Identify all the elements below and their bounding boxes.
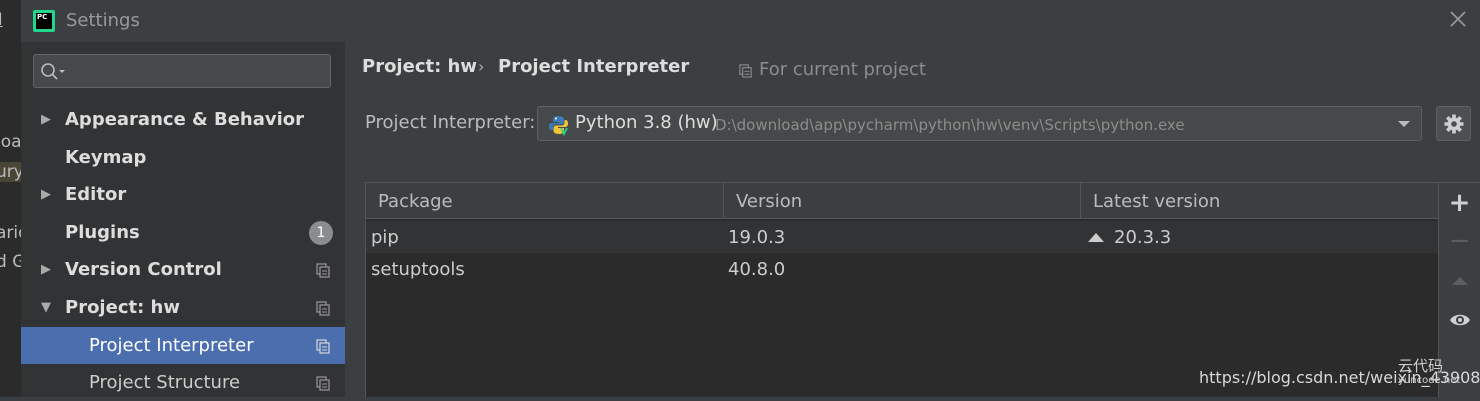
search-icon	[41, 63, 65, 80]
package-version: 40.8.0	[728, 259, 786, 280]
breadcrumb-separator: ›	[478, 57, 485, 76]
project-scope-icon	[316, 301, 330, 316]
sidebar-item-plugins[interactable]: Plugins 1	[21, 214, 345, 251]
interpreter-settings-button[interactable]	[1436, 106, 1471, 141]
close-button[interactable]	[1448, 10, 1468, 30]
upgrade-package-button[interactable]	[1439, 262, 1480, 300]
sidebar-item-label: Appearance & Behavior	[65, 109, 305, 130]
settings-content: Project: hw › Project Interpreter For cu…	[345, 42, 1480, 397]
sidebar-item-editor[interactable]: ▶ Editor	[21, 176, 345, 213]
remove-package-button[interactable]: −	[1439, 224, 1480, 262]
interpreter-name: Python 3.8 (hw)	[575, 112, 718, 133]
project-scope-icon	[316, 339, 330, 354]
sidebar-item-version-control[interactable]: ▶ Version Control	[21, 251, 345, 288]
column-header-version[interactable]: Version	[723, 183, 1080, 219]
sidebar-item-label: Keymap	[65, 147, 147, 168]
breadcrumb-project: Project: hw	[362, 56, 477, 77]
interpreter-path: D:\download\app\pycharm\python\hw\venv\S…	[715, 116, 1185, 134]
scope-hint: For current project	[738, 59, 926, 80]
table-row[interactable]: pip 19.0.3 20.3.3	[366, 221, 1438, 254]
sidebar-item-label: Project Interpreter	[89, 335, 254, 356]
upgrade-available-icon	[1088, 233, 1104, 242]
pycharm-logo-icon: PC	[33, 10, 55, 32]
sidebar-item-appearance-behavior[interactable]: ▶ Appearance & Behavior	[21, 101, 345, 138]
eye-icon	[1449, 314, 1470, 326]
sidebar-item-label: Editor	[65, 184, 127, 205]
scope-hint-label: For current project	[759, 59, 926, 80]
project-scope-icon	[739, 63, 752, 78]
sidebar-item-label: Project: hw	[65, 297, 180, 318]
table-row[interactable]: setuptools 40.8.0	[366, 253, 1438, 285]
update-count-badge: 1	[309, 221, 333, 245]
background-text-fragment: loa	[0, 132, 21, 152]
settings-sidebar: ▶ Appearance & Behavior Keymap ▶ Editor …	[21, 42, 345, 397]
show-early-releases-button[interactable]	[1439, 300, 1480, 338]
project-scope-icon	[316, 376, 330, 391]
watermark-site-en: yuncode.net	[1398, 375, 1461, 386]
package-name: pip	[371, 227, 399, 248]
packages-table: Package Version Latest version pip 19.0.…	[365, 182, 1439, 397]
triangle-up-icon	[1451, 277, 1468, 285]
dialog-title: Settings	[66, 10, 140, 31]
project-scope-icon	[316, 263, 330, 278]
background-text-fragment: d G	[0, 252, 21, 272]
package-version: 19.0.3	[728, 227, 786, 248]
interpreter-label: Project Interpreter:	[365, 112, 536, 133]
package-name: setuptools	[371, 259, 465, 280]
gear-icon	[1444, 114, 1464, 134]
sidebar-item-label: Version Control	[65, 259, 222, 280]
background-ide-strip: N loa ury ario d G	[0, 0, 21, 397]
column-header-package[interactable]: Package	[366, 183, 723, 219]
sidebar-item-label: Plugins	[65, 222, 140, 243]
sidebar-item-project-interpreter[interactable]: Project Interpreter	[21, 327, 345, 364]
background-menu-fragment: N	[0, 10, 3, 30]
chevron-down-icon[interactable]	[1397, 114, 1411, 134]
collapse-arrow-icon[interactable]: ▼	[41, 289, 51, 326]
page-title: Project Interpreter	[498, 56, 690, 77]
sidebar-item-project-hw[interactable]: ▼ Project: hw	[21, 289, 345, 326]
search-input[interactable]	[33, 54, 331, 88]
expand-arrow-icon[interactable]: ▶	[41, 101, 51, 138]
background-text-fragment: ario	[0, 223, 21, 243]
close-icon	[1450, 11, 1466, 27]
add-package-button[interactable]: +	[1439, 186, 1480, 224]
interpreter-dropdown[interactable]: Python 3.8 (hw) D:\download\app\pycharm\…	[537, 106, 1422, 141]
package-latest-version: 20.3.3	[1088, 221, 1171, 254]
background-text-fragment: ury	[0, 162, 21, 182]
python-icon	[549, 116, 568, 136]
sidebar-item-project-structure[interactable]: Project Structure	[21, 364, 345, 401]
package-toolbar: + −	[1439, 182, 1480, 397]
expand-arrow-icon[interactable]: ▶	[41, 176, 51, 213]
expand-arrow-icon[interactable]: ▶	[41, 251, 51, 288]
sidebar-item-keymap[interactable]: Keymap	[21, 139, 345, 176]
dialog-titlebar: PC Settings	[21, 0, 1480, 42]
sidebar-item-label: Project Structure	[89, 372, 241, 393]
column-header-latest-version[interactable]: Latest version	[1080, 183, 1438, 219]
watermark-site-cn: 云代码	[1398, 357, 1444, 375]
